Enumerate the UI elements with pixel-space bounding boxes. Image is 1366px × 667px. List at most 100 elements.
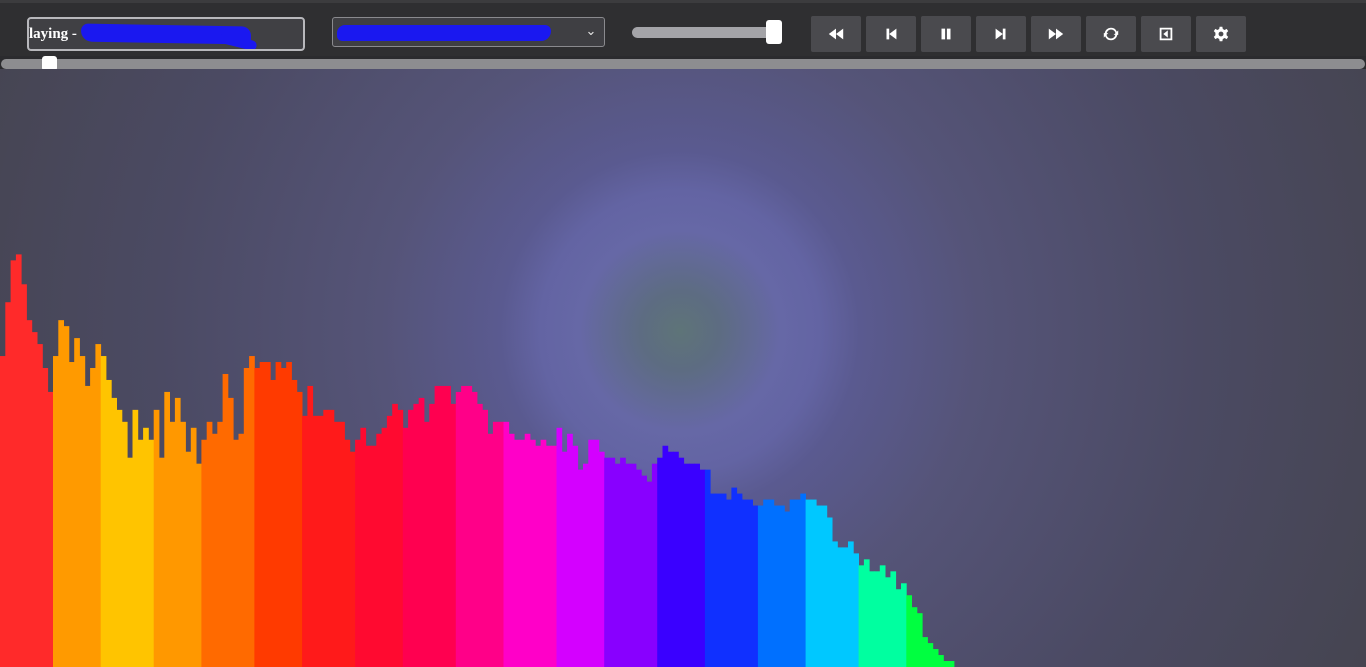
spectrum-bar: [439, 385, 446, 667]
spectrum-bar: [519, 439, 526, 667]
spectrum-bar: [726, 499, 732, 667]
spectrum-bar: [238, 433, 245, 667]
volume-slider-thumb[interactable]: [766, 20, 782, 44]
spectrum-bar: [641, 475, 647, 667]
pause-icon: [941, 28, 951, 40]
gear-icon: [1213, 26, 1229, 42]
spectrum-bar: [371, 445, 377, 667]
now-playing-field[interactable]: laying -: [27, 17, 305, 51]
spectrum-bar: [328, 409, 335, 667]
spectrum-bar: [821, 505, 828, 667]
spectrum-bar: [795, 499, 801, 667]
spectrum-bar: [227, 397, 234, 667]
spectrum-bar: [636, 469, 642, 667]
spectrum-bar: [455, 391, 462, 667]
spectrum-bar: [938, 655, 944, 667]
spectrum-bar: [609, 457, 616, 667]
spectrum-bar: [720, 493, 727, 667]
spectrum-bar: [657, 457, 663, 667]
pause-button[interactable]: [921, 16, 971, 52]
spectrum-bar: [832, 541, 838, 667]
spectrum-bar: [180, 421, 186, 667]
spectrum-bar: [37, 344, 43, 667]
spectrum-bar: [233, 439, 239, 667]
spectrum-bar: [763, 499, 769, 667]
spectrum-bar: [15, 254, 22, 667]
spectrum-bar: [68, 362, 75, 667]
spectrum-bar: [79, 356, 86, 667]
spectrum-bar: [784, 511, 791, 667]
spectrum-bar: [190, 427, 197, 667]
spectrum-bar: [927, 643, 934, 667]
rewind-button[interactable]: [811, 16, 861, 52]
spectrum-bar: [922, 637, 928, 667]
spectrum-bar: [217, 421, 223, 667]
spectrum-bar: [747, 499, 753, 667]
spectrum-bar: [355, 439, 361, 667]
spectrum-bar: [710, 493, 716, 667]
spectrum-bar: [514, 439, 520, 667]
spectrum-bar: [535, 445, 541, 667]
spectrum-bar: [768, 499, 775, 667]
fast-forward-button[interactable]: [1031, 16, 1081, 52]
spectrum-bar: [5, 302, 11, 667]
spectrum-bar: [185, 451, 192, 667]
spectrum-bar: [487, 433, 494, 667]
spectrum-bar: [757, 505, 764, 667]
spectrum-bar: [604, 457, 610, 667]
spectrum-bar: [169, 421, 176, 667]
volume-slider-track[interactable]: [632, 27, 780, 38]
settings-button[interactable]: [1196, 16, 1246, 52]
spectrum-bar: [63, 326, 70, 667]
spectrum-bar: [826, 517, 833, 667]
spectrum-bar: [381, 427, 388, 667]
refresh-icon: [1103, 27, 1119, 41]
spectrum-bar: [556, 427, 563, 667]
spectrum-bar: [196, 463, 202, 667]
spectrum-bar: [0, 356, 6, 667]
spectrum-bar: [583, 463, 589, 667]
track-select[interactable]: ⌄: [332, 17, 605, 47]
spectrum-bar: [572, 445, 579, 667]
fast-forward-icon: [1048, 28, 1064, 40]
spectrum-bar: [492, 421, 499, 667]
collapse-button[interactable]: [1141, 16, 1191, 52]
spectrum-bar: [159, 457, 165, 667]
skip-forward-icon: [995, 28, 1006, 40]
skip-back-icon: [886, 28, 897, 40]
spectrum-bar: [376, 433, 382, 667]
previous-button[interactable]: [866, 16, 916, 52]
spectrum-bar: [932, 649, 939, 667]
spectrum-bar: [127, 457, 133, 667]
spectrum-bar: [280, 368, 287, 667]
spectrum-bar: [662, 445, 669, 667]
spectrum-bar: [598, 451, 605, 667]
spectrum-bar: [302, 415, 308, 667]
spectrum-bar: [508, 433, 515, 667]
spectrum-bar: [885, 577, 891, 667]
spectrum-bar: [551, 445, 557, 667]
seek-bar-track[interactable]: [1, 59, 1365, 69]
spectrum-bar: [254, 368, 261, 667]
spectrum-bar: [837, 547, 844, 667]
spectrum-bar: [530, 439, 536, 667]
spectrum-bar: [561, 451, 568, 667]
spectrum-bar: [498, 421, 504, 667]
spectrum-bar: [137, 439, 144, 667]
spectrum-bar: [593, 439, 600, 667]
spectrum-bar: [461, 385, 467, 667]
next-button[interactable]: [976, 16, 1026, 52]
spectrum-bar: [132, 409, 139, 667]
spectrum-bar: [667, 451, 674, 667]
spectrum-bar: [365, 445, 372, 667]
spectrum-bar: [424, 421, 430, 667]
spectrum-bar: [800, 493, 806, 667]
spectrum-bar: [429, 403, 435, 667]
repeat-button[interactable]: [1086, 16, 1136, 52]
spectrum-bar: [445, 385, 451, 667]
spectrum-bar: [275, 362, 282, 667]
spectrum-bar: [916, 613, 923, 667]
redaction-mark: [337, 25, 551, 41]
spectrum-bar: [651, 463, 658, 667]
spectrum-bar: [265, 362, 271, 667]
